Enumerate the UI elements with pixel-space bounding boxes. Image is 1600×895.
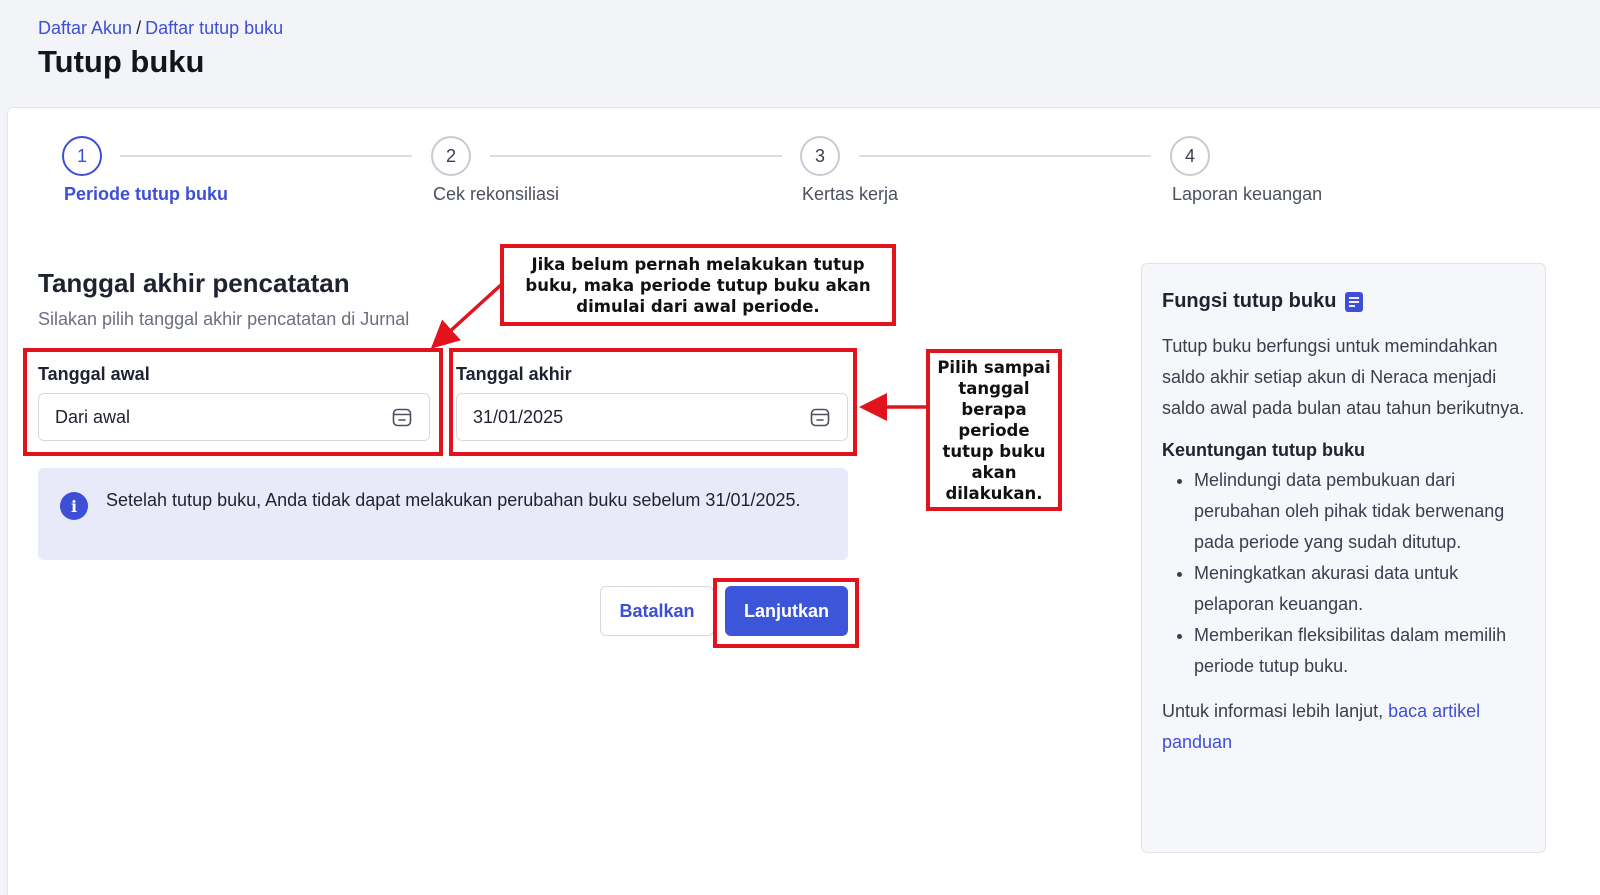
page-title: Tutup buku [38, 44, 205, 79]
help-panel-title: Fungsi tutup buku [1162, 290, 1525, 313]
benefit-item: Memberikan fleksibilitas dalam memilih p… [1194, 620, 1525, 682]
book-icon [1345, 291, 1364, 312]
help-description: Tutup buku berfungsi untuk memindahkan s… [1162, 336, 1525, 418]
benefit-item: Meningkatkan akurasi data untuk pelapora… [1194, 558, 1525, 620]
breadcrumb: Daftar Akun / Daftar tutup buku [38, 18, 283, 39]
step-cek-rekonsiliasi[interactable]: 2 Cek rekonsiliasi [431, 136, 559, 204]
help-footer: Untuk informasi lebih lanjut, baca artik… [1162, 696, 1525, 758]
form-subtitle: Silakan pilih tanggal akhir pencatatan d… [38, 309, 410, 329]
step-number: 4 [1170, 136, 1210, 176]
help-footer-text: Untuk informasi lebih lanjut, [1162, 701, 1384, 721]
step-label: Kertas kerja [802, 184, 899, 204]
annotation-highlight-continue [713, 578, 859, 648]
step-label: Laporan keuangan [1172, 184, 1323, 204]
step-periode-tutup-buku[interactable]: 1 Periode tutup buku [62, 136, 228, 204]
breadcrumb-daftar-akun[interactable]: Daftar Akun [38, 18, 132, 38]
annotation-note-start: Jika belum pernah melakukan tutup buku, … [500, 244, 896, 326]
step-laporan-keuangan[interactable]: 4 Laporan keuangan [1170, 136, 1322, 204]
step-number: 1 [62, 136, 102, 176]
step-connector [490, 155, 782, 157]
cancel-button[interactable]: Batalkan [600, 586, 714, 636]
stepper: 1 Periode tutup buku 2 Cek rekonsiliasi … [62, 136, 1362, 216]
form-title: Tanggal akhir pencatatan [38, 268, 350, 298]
annotation-note-end: Pilih sampai tanggal berapa periode tutu… [926, 349, 1062, 511]
info-icon: i [60, 492, 88, 520]
step-label: Periode tutup buku [64, 184, 228, 204]
help-title-text: Fungsi tutup buku [1162, 290, 1337, 312]
breadcrumb-daftar-tutup-buku[interactable]: Daftar tutup buku [145, 18, 283, 38]
step-kertas-kerja[interactable]: 3 Kertas kerja [800, 136, 898, 204]
breadcrumb-separator: / [136, 18, 142, 38]
annotation-highlight-start-date [23, 348, 443, 456]
annotation-highlight-end-date [449, 348, 857, 456]
benefit-item: Melindungi data pembukuan dari perubahan… [1194, 465, 1525, 558]
help-panel: Fungsi tutup buku Tutup buku berfungsi u… [1141, 263, 1546, 853]
step-connector [859, 155, 1151, 157]
page-header: Daftar Akun / Daftar tutup buku Tutup buku [0, 0, 1600, 108]
info-alert: i Setelah tutup buku, Anda tidak dapat m… [38, 468, 848, 560]
benefits-list: Melindungi data pembukuan dari perubahan… [1162, 465, 1525, 682]
step-number: 3 [800, 136, 840, 176]
benefits-title: Keuntungan tutup buku [1162, 440, 1365, 460]
step-number: 2 [431, 136, 471, 176]
info-text: Setelah tutup buku, Anda tidak dapat mel… [106, 490, 801, 510]
step-label: Cek rekonsiliasi [433, 184, 560, 204]
step-connector [120, 155, 412, 157]
